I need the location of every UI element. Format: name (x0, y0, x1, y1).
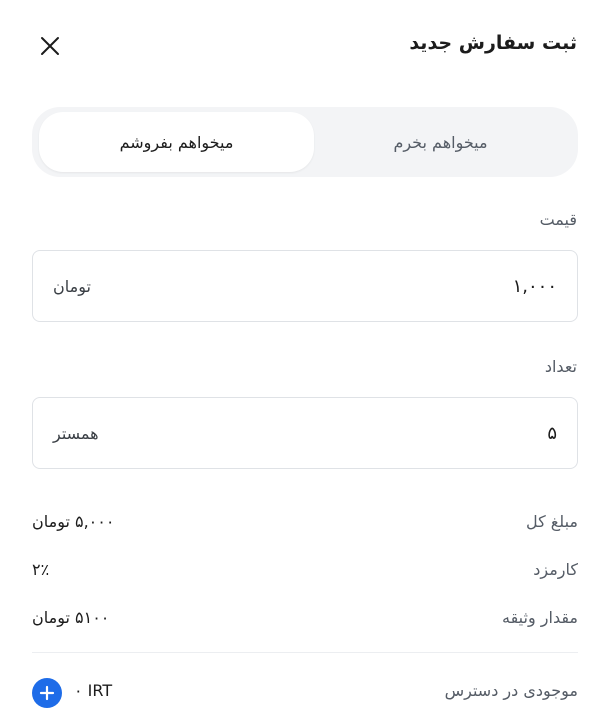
fee-value: ۲٪ (32, 560, 50, 579)
plus-icon (39, 685, 55, 701)
header: ثبت سفارش جدید (32, 22, 577, 70)
balance-label: موجودی در دسترس (444, 681, 578, 700)
quantity-field[interactable]: ۵ همستر (32, 397, 578, 469)
total-row: مبلغ کل ۵,۰۰۰ تومان (32, 512, 578, 538)
collateral-label: مقدار وثیقه (502, 608, 578, 627)
price-field[interactable]: ۱,۰۰۰ تومان (32, 250, 578, 322)
page-title: ثبت سفارش جدید (409, 32, 577, 54)
price-label: قیمت (539, 210, 577, 229)
fee-label: کارمزد (533, 560, 578, 579)
price-value: ۱,۰۰۰ (512, 275, 557, 297)
price-unit: تومان (53, 276, 91, 296)
balance-row: موجودی در دسترس ۰ IRT (32, 678, 578, 708)
divider (32, 652, 578, 653)
quantity-label: تعداد (544, 357, 577, 376)
add-balance-button[interactable] (32, 678, 62, 708)
fee-row: کارمزد ۲٪ (32, 560, 578, 586)
order-type-toggle: میخواهم بفروشم میخواهم بخرم (32, 107, 578, 177)
tab-sell[interactable]: میخواهم بفروشم (39, 112, 314, 172)
new-order-sheet: ثبت سفارش جدید میخواهم بفروشم میخواهم بخ… (0, 0, 601, 712)
total-label: مبلغ کل (525, 512, 578, 531)
collateral-value: ۵۱۰۰ تومان (32, 608, 110, 627)
close-button[interactable] (36, 32, 64, 60)
total-value: ۵,۰۰۰ تومان (32, 512, 115, 531)
quantity-unit: همستر (53, 423, 99, 443)
balance-value: ۰ IRT (74, 681, 113, 700)
close-icon (41, 37, 59, 55)
tab-buy[interactable]: میخواهم بخرم (303, 112, 578, 172)
collateral-row: مقدار وثیقه ۵۱۰۰ تومان (32, 608, 578, 634)
quantity-value: ۵ (547, 422, 557, 444)
